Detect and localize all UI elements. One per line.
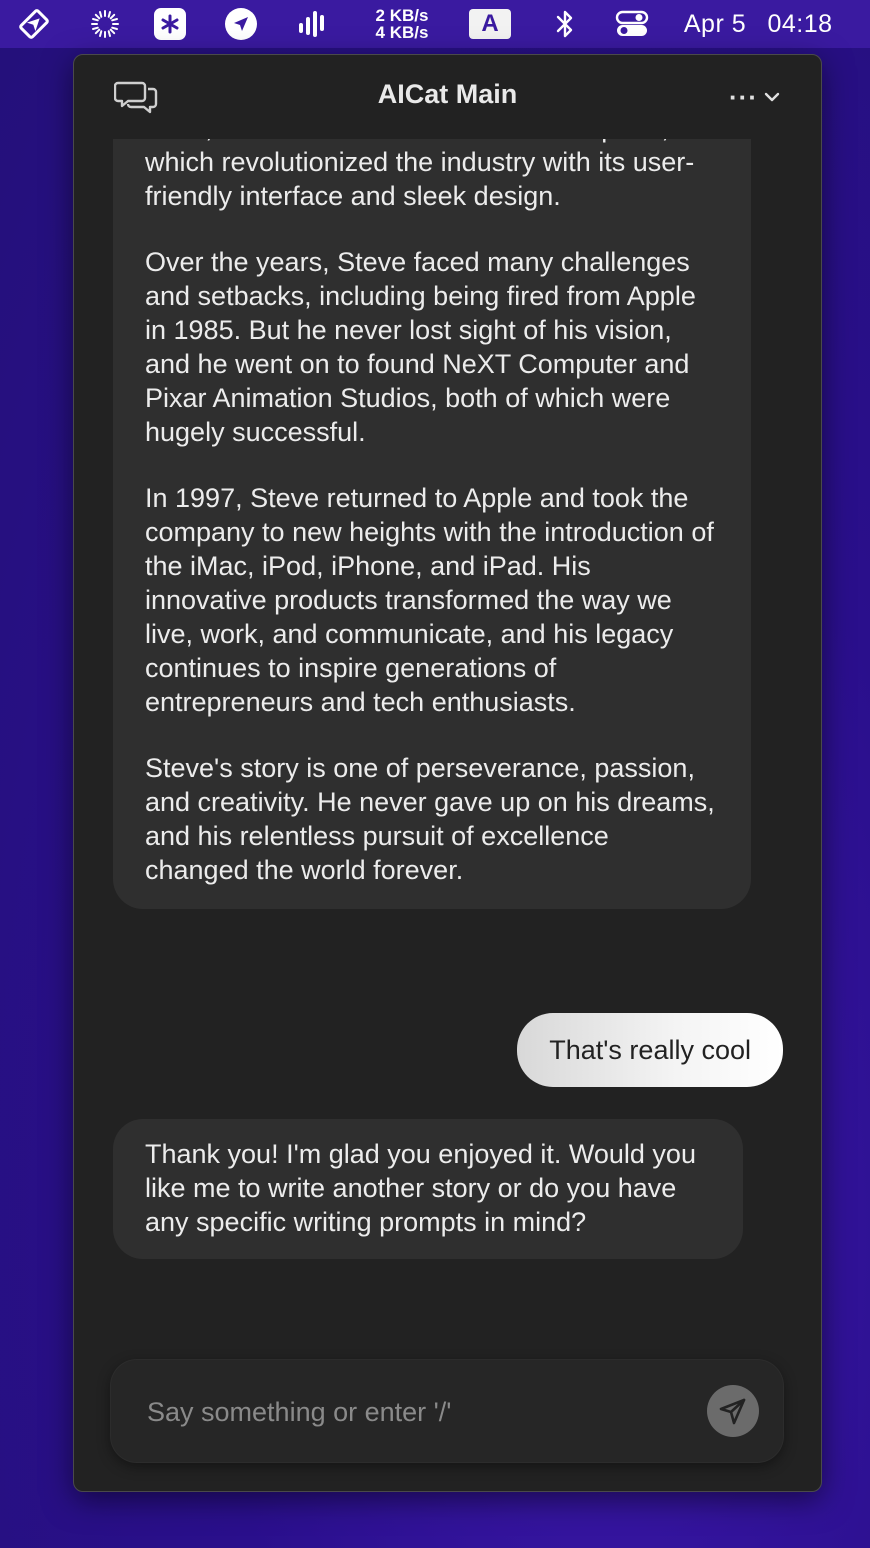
keyboard-input-a-icon[interactable]: A — [467, 0, 513, 48]
net-upload-speed: 2 KB/s — [375, 6, 429, 25]
assistant-message: Thank you! I'm glad you enjoyed it. Woul… — [113, 1119, 743, 1259]
pointer-app-icon[interactable] — [14, 0, 54, 48]
bluetooth-icon[interactable] — [550, 0, 580, 48]
message-list[interactable]: 1984, he launched the Macintosh computer… — [74, 139, 821, 1389]
location-arrow-icon[interactable] — [224, 0, 258, 48]
composer — [111, 1360, 783, 1462]
chevron-down-icon — [764, 92, 780, 102]
send-button[interactable] — [707, 1385, 759, 1437]
net-download-speed: 4 KB/s — [375, 23, 429, 42]
more-options-button[interactable]: ··· — [729, 82, 781, 112]
control-center-icon[interactable] — [614, 0, 650, 48]
input-source-badge: A — [469, 9, 511, 39]
assistant-message: 1984, he launched the Macintosh computer… — [113, 139, 751, 909]
send-icon — [719, 1398, 746, 1425]
window-title: AICat Main — [377, 79, 518, 109]
aicat-window: AICat Main ··· 1984, he launched the Mac… — [73, 54, 822, 1492]
more-dots-icon: ··· — [729, 82, 758, 112]
menubar-date[interactable]: Apr 5 — [680, 0, 750, 48]
message-input[interactable] — [145, 1390, 689, 1434]
message-paragraph: Steve's story is one of perseverance, pa… — [145, 753, 715, 885]
menubar-time[interactable]: 04:18 — [760, 0, 840, 48]
title-bar: AICat Main ··· — [74, 55, 821, 139]
message-paragraph: 1984, he launched the Macintosh computer… — [145, 139, 695, 211]
message-paragraph: Over the years, Steve faced many challen… — [145, 247, 696, 447]
network-speed[interactable]: 2 KB/s 4 KB/s — [366, 0, 438, 48]
message-paragraph: Thank you! I'm glad you enjoyed it. Woul… — [145, 1139, 696, 1237]
audio-bars-icon[interactable] — [296, 0, 330, 48]
message-paragraph: In 1997, Steve returned to Apple and too… — [145, 483, 714, 717]
user-message: That's really cool — [517, 1013, 783, 1087]
menu-bar: 2 KB/s 4 KB/s A Apr 5 04:18 — [0, 0, 870, 48]
spinner-icon[interactable] — [86, 0, 124, 48]
asterisk-app-icon[interactable] — [153, 0, 187, 48]
